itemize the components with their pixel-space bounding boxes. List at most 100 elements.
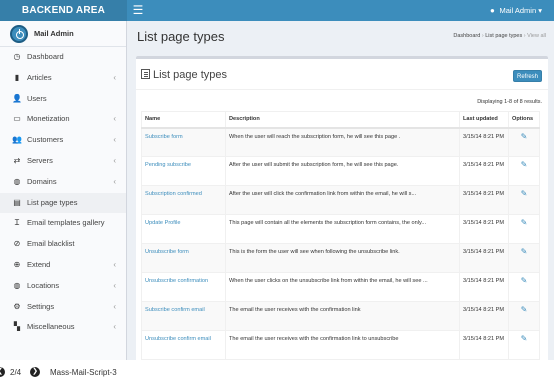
breadcrumb-list-page-types[interactable]: List page types — [485, 33, 522, 39]
sidebar-item-users[interactable]: 👤 Users — [0, 89, 126, 110]
row-description: After the user will submit the subscript… — [225, 156, 460, 186]
column-header-options: Options — [508, 111, 540, 129]
refresh-button[interactable]: Refresh — [513, 70, 542, 82]
sidebar-item-label: Servers — [27, 155, 53, 165]
row-name-link[interactable]: Subscribe form — [141, 127, 226, 157]
row-last-updated: 3/15/14 8:21 PM — [459, 185, 509, 215]
chevron-left-icon: ‹ — [113, 176, 116, 186]
column-header-name[interactable]: Name — [141, 111, 226, 129]
chevron-left-icon: ‹ — [113, 301, 116, 311]
gallery-caption: ❮ 2/4 ❯ Mass-Mail-Script-3 — [0, 365, 560, 384]
row-name-link[interactable]: Subscribe confirm email — [141, 301, 226, 331]
sidebar-item-servers[interactable]: ⇄ Servers ‹ — [0, 151, 126, 172]
column-header-last-updated[interactable]: Last updated — [459, 111, 509, 129]
row-last-updated: 3/15/14 8:21 PM — [459, 330, 509, 360]
row-description: This is the form the user will see when … — [225, 243, 460, 273]
column-header-description[interactable]: Description — [225, 111, 460, 129]
chevron-left-icon: ‹ — [113, 135, 116, 145]
row-name-link[interactable]: Pending subscribe — [141, 156, 226, 186]
list-box: List page types Refresh Displaying 1-8 o… — [136, 56, 548, 360]
caret-down-icon: ▾ — [538, 6, 542, 15]
sidebar-item-label: Email templates gallery — [27, 218, 105, 228]
book-icon: ▮ — [14, 72, 20, 82]
sidebar-item-label: Locations — [27, 280, 60, 290]
sidebar-user-panel: Mail Admin — [0, 21, 126, 47]
sidebar-item-label: Extend — [27, 259, 51, 269]
list-alt-icon — [141, 69, 150, 79]
sidebar-item-label: Customers — [27, 135, 64, 145]
pencil-icon[interactable]: ✎ — [521, 306, 528, 314]
bookmark-icon: ▚ — [13, 322, 21, 332]
sidebar-item-dashboard[interactable]: ◷ Dashboard — [0, 47, 126, 68]
user-icon: ● — [490, 6, 495, 15]
list-icon: ▤ — [13, 197, 21, 207]
pencil-icon[interactable]: ✎ — [521, 248, 528, 256]
sidebar-item-email-blacklist[interactable]: ⊘ Email blacklist — [0, 234, 126, 255]
table-row: Pending subscribe After the user will sub… — [141, 156, 540, 186]
sidebar-menu: ◷ Dashboard ▮ Articles ‹ 👤 Users ▭ Monetization ‹… — [0, 47, 126, 338]
prev-arrow-icon[interactable]: ❮ — [0, 367, 5, 377]
pencil-icon[interactable]: ✎ — [521, 335, 528, 343]
chevron-left-icon: ‹ — [113, 114, 116, 124]
sidebar-user-name: Mail Admin — [34, 29, 74, 38]
globe-icon: ◍ — [13, 176, 21, 186]
sidebar-item-articles[interactable]: ▮ Articles ‹ — [0, 68, 126, 89]
text-cursor-icon: Ɪ — [14, 218, 20, 228]
row-options: ✎ — [508, 301, 540, 331]
row-name-link[interactable]: Unsubscribe form — [141, 243, 226, 273]
table-row: Unsubscribe confirm email The email the u… — [141, 330, 540, 360]
pencil-icon[interactable]: ✎ — [521, 277, 528, 285]
table-row: Unsubscribe confirmation When the user cl… — [141, 272, 540, 302]
sidebar-item-label: Miscellaneous — [27, 322, 75, 332]
pencil-icon[interactable]: ✎ — [521, 219, 528, 227]
pencil-icon[interactable]: ✎ — [521, 161, 528, 169]
chevron-left-icon: ‹ — [113, 280, 116, 290]
gallery-title: Mass-Mail-Script-3 — [50, 368, 117, 377]
row-options: ✎ — [508, 127, 540, 157]
sidebar-item-label: Dashboard — [27, 52, 64, 61]
user-menu[interactable]: ● Mail Admin ▾ — [488, 0, 542, 21]
sidebar-item-label: Users — [27, 93, 47, 103]
table-row: Subscribe form When the user will reach t… — [141, 127, 540, 157]
plus-circle-icon: ⊕ — [13, 259, 21, 269]
row-last-updated: 3/15/14 8:21 PM — [459, 214, 509, 244]
table-body: Subscribe form When the user will reach t… — [141, 127, 540, 360]
row-options: ✎ — [508, 185, 540, 215]
pencil-icon[interactable]: ✎ — [521, 190, 528, 198]
sidebar-item-settings[interactable]: ⚙ Settings ‹ — [0, 297, 126, 318]
breadcrumb-dashboard[interactable]: Dashboard — [453, 33, 480, 39]
row-last-updated: 3/15/14 8:21 PM — [459, 127, 509, 157]
next-arrow-icon[interactable]: ❯ — [30, 367, 40, 377]
row-name-link[interactable]: Subscription confirmed — [141, 185, 226, 215]
pencil-icon[interactable]: ✎ — [521, 132, 528, 141]
row-name-link[interactable]: Unsubscribe confirm email — [141, 330, 226, 360]
sidebar-item-email-templates-gallery[interactable]: Ɪ Email templates gallery — [0, 213, 126, 234]
users-icon: 👥 — [12, 135, 22, 145]
sidebar-item-label: List page types — [27, 197, 78, 207]
row-description: When the user will reach the subscriptio… — [225, 127, 460, 157]
app-logo[interactable]: BACKEND AREA — [0, 0, 127, 21]
row-options: ✎ — [508, 156, 540, 186]
sidebar-item-customers[interactable]: 👥 Customers ‹ — [0, 130, 126, 151]
row-description: After the user will click the confirmati… — [225, 185, 460, 215]
row-last-updated: 3/15/14 8:21 PM — [459, 301, 509, 331]
sidebar-item-extend[interactable]: ⊕ Extend ‹ — [0, 255, 126, 276]
table-row: Unsubscribe form This is the form the use… — [141, 243, 540, 273]
table-row: Update Profile This page will contain all… — [141, 214, 540, 244]
sidebar-item-domains[interactable]: ◍ Domains ‹ — [0, 172, 126, 193]
money-icon: ▭ — [13, 114, 21, 124]
sidebar-item-monetization[interactable]: ▭ Monetization ‹ — [0, 109, 126, 130]
content-header: List page types Dashboard › List page ty… — [127, 21, 554, 51]
breadcrumb-separator: › — [523, 33, 526, 39]
sidebar-item-locations[interactable]: ◍ Locations ‹ — [0, 276, 126, 297]
chevron-left-icon: ‹ — [113, 259, 116, 269]
row-name-link[interactable]: Unsubscribe confirmation — [141, 272, 226, 302]
breadcrumb-view-all: View all — [527, 33, 546, 39]
hamburger-icon[interactable]: ☰ — [131, 3, 145, 17]
sidebar-item-list-page-types[interactable]: ▤ List page types — [0, 192, 126, 214]
sidebar-item-miscellaneous[interactable]: ▚ Miscellaneous ‹ — [0, 317, 126, 338]
row-name-link[interactable]: Update Profile — [141, 214, 226, 244]
ban-icon: ⊘ — [13, 239, 21, 249]
row-options: ✎ — [508, 272, 540, 302]
results-summary: Displaying 1-8 of 8 results. — [477, 99, 542, 105]
